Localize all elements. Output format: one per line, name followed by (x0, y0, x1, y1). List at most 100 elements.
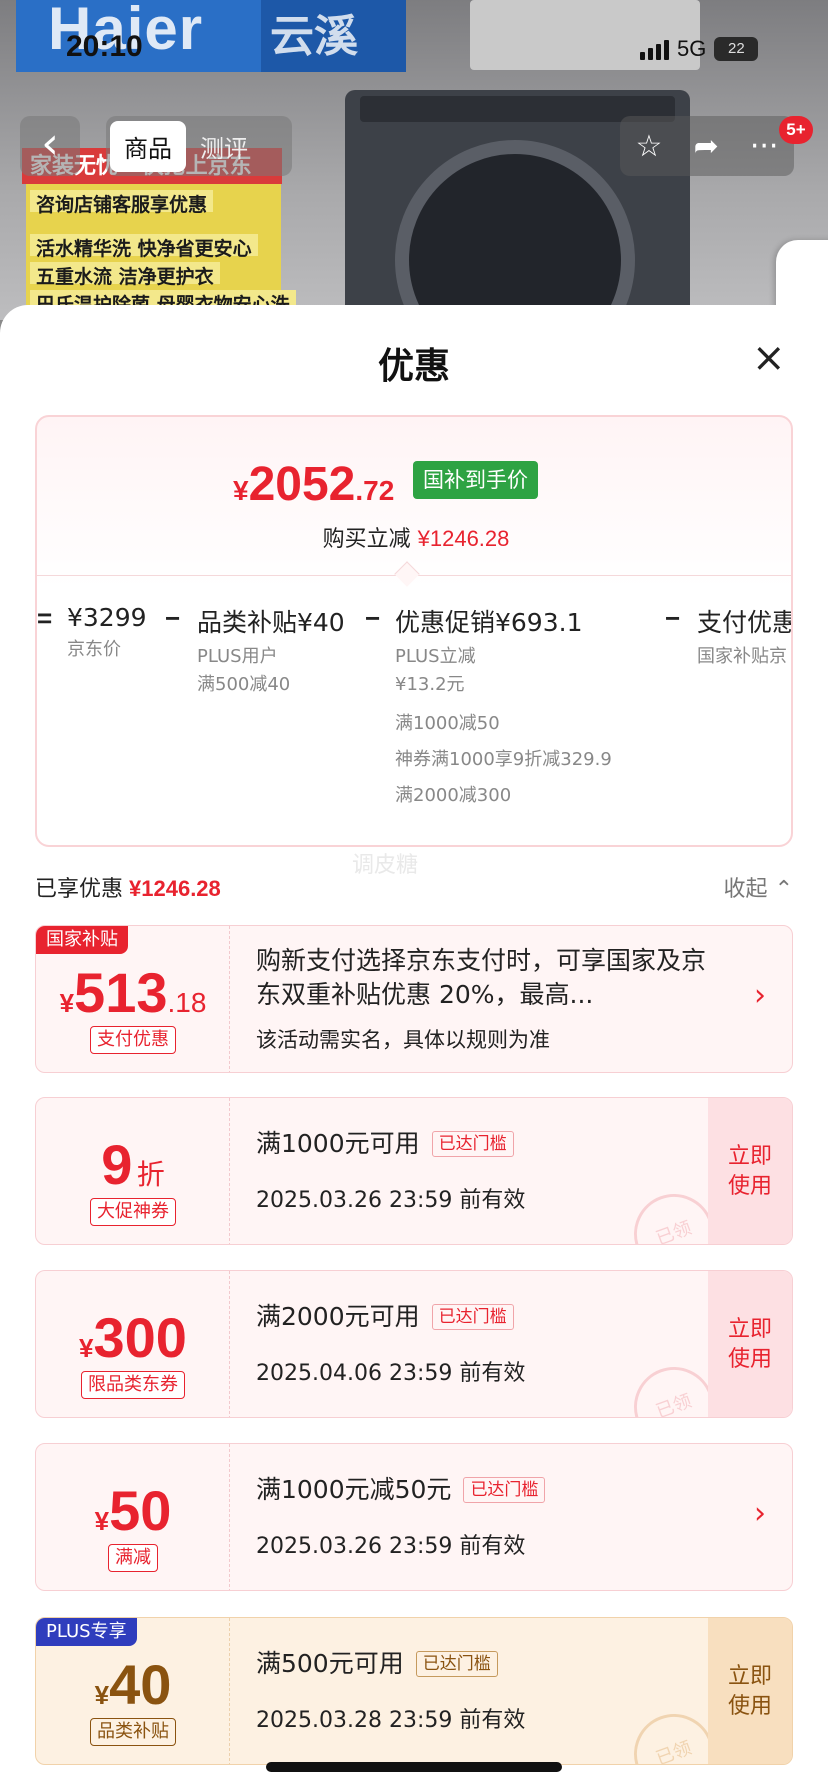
use-now-button[interactable]: 立即 使用 (708, 1618, 792, 1764)
status-time: 20:10 (66, 30, 143, 63)
network-label: 5G (677, 36, 707, 61)
breakdown-note: ¥13.2元 (395, 674, 465, 695)
coupon-value-panel: PLUS专享 ¥40 品类补贴 (36, 1618, 230, 1764)
coupon-condition: 满500元可用 已达门槛 (256, 1644, 498, 1680)
coupon-expiry: 2025.03.28 23:59 前有效 (256, 1708, 526, 1733)
breakdown-value: 支付优惠 (697, 608, 793, 637)
chevron-right-icon[interactable]: › (754, 1496, 766, 1531)
breakdown-note: 神券满1000享9折减329.9 (395, 749, 612, 770)
threshold-badge: 已达门槛 (431, 1304, 514, 1330)
breakdown-operator: − (165, 603, 181, 633)
coupon-type-label: 大促神券 (90, 1198, 176, 1226)
breakdown-operator: − (665, 603, 681, 633)
coupon-condition-text: 满1000元减50元 (256, 1475, 452, 1504)
coupon-amount-suffix: 折 (136, 1159, 165, 1190)
favorite-star-icon[interactable]: ☆ (636, 129, 663, 164)
breakdown-note: 京东价 (67, 639, 121, 660)
coupon-expiry: 2025.03.26 23:59 前有效 (256, 1188, 526, 1213)
threshold-badge: 已达门槛 (431, 1131, 514, 1157)
coupon-value-panel: ¥300 限品类东券 (36, 1271, 230, 1417)
threshold-badge: 已达门槛 (463, 1477, 546, 1503)
tab-review[interactable]: 测评 (186, 121, 262, 172)
top-actions: ☆ ➦ ··· (620, 116, 794, 176)
breakdown-note: 满1000减50 (395, 713, 500, 734)
coupon-body: 满1000元减50元 已达门槛 2025.03.26 23:59 前有效 (256, 1444, 726, 1590)
enjoyed-discount-row: 已享优惠 ¥1246.28 收起 ⌃ (35, 871, 793, 911)
coupon-value-panel: 9 折 大促神券 (36, 1098, 230, 1244)
chevron-right-icon[interactable]: › (754, 978, 766, 1013)
price-breakdown: = ¥3299 京东价 − 品类补贴¥40 PLUS用户 满500减40 − 优… (37, 603, 793, 843)
tab-product[interactable]: 商品 (110, 120, 186, 172)
back-button[interactable]: ‹ (20, 116, 80, 176)
coupon-amount-main: 300 (93, 1306, 187, 1369)
breakdown-payment: 支付优惠 国家补贴京 (697, 603, 793, 671)
coupon-expiry: 2025.03.26 23:59 前有效 (256, 1534, 526, 1559)
coupon-type-label: 限品类东券 (81, 1371, 185, 1399)
coupon-condition-text: 满500元可用 (256, 1649, 404, 1678)
coupon-type: 大促神券 (36, 1198, 230, 1226)
coupon-amount: 9 折 (36, 1132, 230, 1197)
use-now-label: 使用 (727, 1347, 772, 1372)
poster-line: 活水精华洗 快净省更安心 (30, 234, 258, 260)
coupon-payment-subsidy[interactable]: 国家补贴 ¥513.18 支付优惠 购新支付选择京东支付时，可享国家及京东双重补… (35, 925, 793, 1073)
price-decimal: .72 (355, 475, 395, 506)
discount-sheet: 优惠 × ¥2052.72 国补到手价 购买立减 ¥1246.28 = ¥329… (0, 305, 828, 1792)
breakdown-note: PLUS立减 (395, 646, 476, 667)
share-icon[interactable]: ➦ (694, 129, 719, 164)
signal-icon (640, 38, 669, 60)
breakdown-value: 优惠促销¥693.1 (395, 608, 583, 637)
coupon-type-label: 品类补贴 (90, 1718, 176, 1746)
coupon-expiry: 2025.04.06 23:59 前有效 (256, 1361, 526, 1386)
summary-notch (394, 561, 420, 587)
breakdown-note: 满500减40 (197, 674, 291, 695)
poster-line: 咨询店铺客服享优惠 (30, 190, 214, 216)
coupon-value-panel: ¥50 满减 (36, 1444, 230, 1590)
sheet-title: 优惠 (377, 346, 450, 387)
instant-saving: 购买立减 ¥1246.28 (37, 521, 791, 553)
coupon-currency: ¥ (79, 1333, 94, 1363)
use-now-label: 立即 (727, 1317, 772, 1342)
coupon-condition-text: 满1000元可用 (256, 1129, 420, 1158)
saving-amount: ¥1246.28 (417, 526, 510, 551)
series-logo: 云溪 (270, 11, 358, 62)
coupon-amount-main: 40 (109, 1653, 172, 1716)
breakdown-category-subsidy: 品类补贴¥40 PLUS用户 满500减40 (197, 603, 345, 699)
coupon-amount-main: 513 (74, 961, 168, 1024)
coupon-note: 该活动需实名，具体以规则为准 (256, 1028, 550, 1052)
battery-icon: 22 (714, 37, 759, 61)
use-now-button[interactable]: 立即 使用 (708, 1271, 792, 1417)
collapse-toggle[interactable]: 收起 ⌃ (724, 871, 793, 903)
close-button[interactable]: × (752, 335, 786, 381)
coupon-condition: 满1000元可用 已达门槛 (256, 1124, 514, 1160)
use-now-label: 使用 (727, 1174, 772, 1199)
breakdown-value: 品类补贴¥40 (197, 608, 345, 637)
coupon-corner-tag: PLUS专享 (36, 1618, 137, 1646)
breakdown-operator: − (365, 603, 381, 633)
coupon-type-label: 满减 (108, 1544, 158, 1572)
enjoyed-amount: ¥1246.28 (129, 876, 221, 901)
poster-line: 五重水流 洁净更护衣 (30, 262, 220, 288)
chevron-up-icon: ⌃ (774, 877, 793, 902)
use-now-label: 立即 (727, 1664, 772, 1689)
more-icon[interactable]: ··· (750, 129, 779, 164)
breakdown-note: PLUS用户 (197, 646, 278, 667)
use-now-button[interactable]: 立即 使用 (708, 1098, 792, 1244)
coupon-discount-90: 9 折 大促神券 满1000元可用 已达门槛 2025.03.26 23:59 前… (35, 1097, 793, 1245)
price-summary: ¥2052.72 国补到手价 购买立减 ¥1246.28 = ¥3299 京东价… (35, 415, 793, 847)
collapse-label: 收起 (723, 877, 768, 902)
coupon-50[interactable]: ¥50 满减 满1000元减50元 已达门槛 2025.03.26 23:59 前… (35, 1443, 793, 1591)
coupon-type: 支付优惠 (36, 1026, 230, 1054)
home-indicator[interactable] (266, 1762, 562, 1772)
breakdown-note: 国家补贴京 (697, 646, 787, 667)
coupon-plus-40: PLUS专享 ¥40 品类补贴 满500元可用 已达门槛 2025.03.28 2… (35, 1617, 793, 1765)
price-integer: 2052 (248, 458, 356, 511)
final-price: ¥2052.72 (233, 457, 394, 512)
threshold-badge: 已达门槛 (415, 1651, 498, 1677)
gov-subsidy-tag: 国补到手价 (413, 461, 538, 499)
coupon-type: 品类补贴 (36, 1718, 230, 1746)
currency-symbol: ¥ (233, 475, 249, 506)
saving-label: 购买立减 (322, 527, 411, 552)
coupon-currency: ¥ (94, 1680, 110, 1710)
coupon-currency: ¥ (94, 1506, 110, 1536)
product-tabs: 商品 测评 (106, 116, 292, 176)
